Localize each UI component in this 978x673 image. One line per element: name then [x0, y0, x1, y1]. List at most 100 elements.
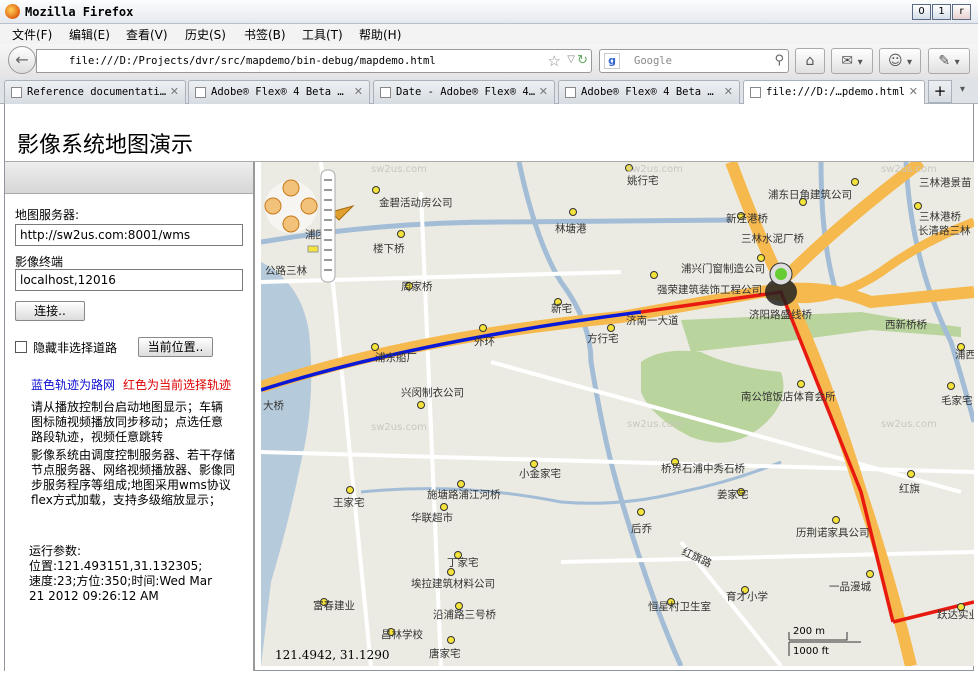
map-label: 富春建业	[313, 599, 355, 612]
current-position-button[interactable]: 当前位置..	[138, 337, 213, 357]
map-label: 外环	[474, 336, 495, 348]
window-titlebar: Mozilla Firefox 0 1 r	[0, 0, 978, 24]
map-view[interactable]: 姚行宅 金碧活动房公司 浦东日角建筑公司 三林港景苗 新泾港桥 三林港桥 林塘港…	[261, 162, 974, 666]
home-button[interactable]: ⌂	[795, 48, 825, 74]
map-label: 新泾港桥	[726, 212, 768, 225]
map-label: 育才小学	[726, 590, 768, 603]
tab-close-icon[interactable]: ✕	[909, 85, 918, 98]
info-playback: 请从播放控制台启动地图显示；车辆图标随视频播放同步移动；点选任意路段轨迹，视频任…	[31, 400, 224, 444]
menu-file[interactable]: 文件(F)	[12, 26, 52, 43]
page-favicon-icon	[380, 87, 391, 98]
menu-bar: 文件(F) 编辑(E) 查看(V) 历史(S) 书签(B) 工具(T) 帮助(H…	[0, 24, 978, 44]
window-title: Mozilla Firefox	[25, 5, 134, 19]
map-label: 浦西	[955, 348, 974, 361]
tab-close-icon[interactable]: ✕	[170, 85, 179, 98]
back-button[interactable]: ←	[8, 46, 36, 74]
terminal-label: 影像终端	[15, 255, 64, 269]
map-label: 红旗	[899, 482, 920, 495]
menu-edit[interactable]: 编辑(E)	[69, 26, 110, 43]
pan-up-button	[282, 179, 300, 197]
maximize-button[interactable]: 1	[932, 4, 951, 20]
map-label: 埃拉建筑材料公司	[411, 577, 495, 590]
menu-help[interactable]: 帮助(H)	[359, 26, 401, 43]
page-favicon-icon	[565, 87, 576, 98]
navigation-toolbar: ← file:///D:/Projects/dvr/src/mapdemo/bi…	[0, 44, 978, 78]
tab-list-icon[interactable]: ▾	[960, 84, 965, 95]
map-label: 济阳路盛线桥	[749, 308, 812, 321]
scale-metric: 200 m	[793, 626, 825, 637]
map-label: 姜家宅	[717, 488, 749, 501]
map-label: 施塘路浦江河桥	[427, 488, 501, 501]
tab-close-icon[interactable]: ✕	[539, 85, 548, 98]
search-placeholder[interactable]: Google	[634, 55, 672, 67]
map-label: 桥界石浦中秀石桥	[661, 462, 745, 475]
map-label: 浦兴门窗制造公司	[681, 262, 765, 275]
connect-button[interactable]: 连接..	[15, 301, 85, 321]
tab-flex-beta-1[interactable]: Adobe® Flex® 4 Beta … ✕	[188, 80, 370, 104]
menu-history[interactable]: 历史(S)	[185, 26, 226, 43]
map-label: 一品漫城	[829, 580, 871, 593]
pan-down-button	[282, 215, 300, 233]
extension-button-1[interactable]: ✉ ▾	[831, 48, 873, 74]
menu-view[interactable]: 查看(V)	[126, 26, 168, 43]
close-window-button[interactable]: r	[952, 4, 971, 20]
zoom-thumb	[307, 245, 319, 253]
tab-mapdemo[interactable]: file:///D:/…pdemo.html ✕	[743, 80, 925, 105]
server-input[interactable]: http://sw2us.com:8001/wms	[15, 224, 243, 246]
hide-roads-checkbox[interactable]	[15, 341, 27, 353]
url-text[interactable]: file:///D:/Projects/dvr/src/mapdemo/bin-…	[69, 55, 436, 67]
minimize-button[interactable]: 0	[912, 4, 931, 20]
new-tab-button[interactable]: +	[928, 80, 952, 103]
page-favicon-icon	[195, 87, 206, 98]
control-panel: 地图服务器: http://sw2us.com:8001/wms 影像终端 lo…	[5, 162, 255, 671]
tab-date-flex[interactable]: Date - Adobe® Flex® 4… ✕	[373, 80, 555, 104]
panel-header	[5, 162, 253, 194]
map-canvas[interactable]: 姚行宅 金碧活动房公司 浦东日角建筑公司 三林港景苗 新泾港桥 三林港桥 林塘港…	[261, 162, 974, 666]
map-label: 济南一大道	[626, 314, 679, 327]
info-system: 影像系统由调度控制服务器、若干存储节点服务器、网络视频播放器、影像同步服务程序等…	[31, 448, 236, 507]
hide-roads-label: 隐藏非选择道路	[33, 341, 118, 355]
url-bar[interactable]: file:///D:/Projects/dvr/src/mapdemo/bin-…	[36, 49, 592, 73]
tab-close-icon[interactable]: ✕	[724, 85, 733, 98]
back-arrow-icon: ←	[15, 50, 29, 69]
map-label: 历荆诺家具公司	[796, 526, 870, 539]
watermark: sw2us.com	[881, 419, 937, 430]
map-label: 昌林学校	[381, 628, 423, 641]
menu-bookmarks[interactable]: 书签(B)	[244, 26, 286, 43]
tab-flex-beta-2[interactable]: Adobe® Flex® 4 Beta … ✕	[558, 80, 740, 104]
legend-blue: 蓝色轨迹为路网	[31, 378, 116, 392]
map-label: 浦东日角建筑公司	[768, 188, 852, 201]
map-label: 丁家宅	[447, 556, 479, 569]
home-icon: ⌂	[805, 53, 815, 69]
map-label: 金碧活动房公司	[379, 196, 453, 209]
map-label: 林塘港	[555, 222, 587, 235]
map-label: 沿浦路三号桥	[433, 608, 496, 621]
map-label: 公路三林	[265, 264, 307, 277]
map-label: 王家宅	[333, 496, 365, 509]
tab-label: Adobe® Flex® 4 Beta …	[581, 86, 714, 98]
extension-button-3[interactable]: ✎ ▾	[928, 48, 970, 74]
url-dropdown-icon[interactable]: ▽	[567, 54, 575, 65]
page-favicon-icon	[11, 87, 22, 98]
terminal-input[interactable]: localhost,12016	[15, 269, 243, 291]
search-box[interactable]: g Google ⚲	[599, 49, 789, 73]
tab-close-icon[interactable]: ✕	[354, 85, 363, 98]
page-favicon-icon	[750, 87, 761, 98]
map-label: 大桥	[263, 399, 284, 412]
reload-icon[interactable]: ↻	[577, 53, 588, 68]
pan-left-button	[264, 197, 282, 215]
extension-button-2[interactable]: ☺ ▾	[879, 48, 921, 74]
google-engine-icon[interactable]: g	[604, 53, 620, 69]
map-label: 周家桥	[401, 280, 433, 293]
map-label: 三林港景苗	[919, 176, 972, 189]
map-label: 浦东船厂	[375, 351, 417, 364]
map-label: 唐家宅	[429, 647, 461, 660]
menu-tools[interactable]: 工具(T)	[302, 26, 343, 43]
page-content: 影像系统地图演示 地图服务器: http://sw2us.com:8001/wm…	[4, 104, 974, 671]
search-icon[interactable]: ⚲	[774, 53, 784, 68]
tab-reference[interactable]: Reference documentati… ✕	[4, 80, 186, 104]
map-label: 小金家宅	[519, 467, 561, 480]
map-label: 兴闵制衣公司	[401, 386, 464, 399]
map-label: 西新桥桥	[885, 318, 927, 331]
bookmark-star-icon[interactable]: ☆	[548, 52, 561, 70]
